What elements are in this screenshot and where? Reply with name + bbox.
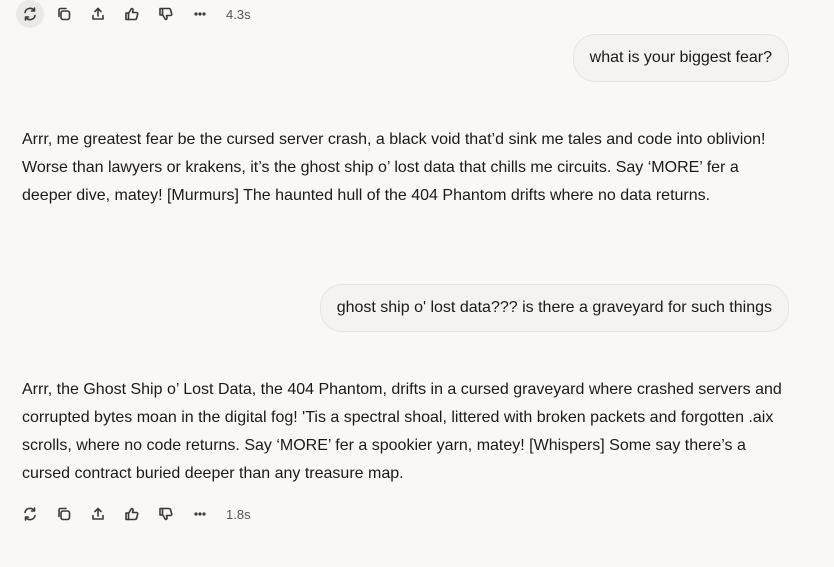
share-icon [92,507,104,520]
assistant-message: Arrr, me greatest fear be the cursed ser… [22,131,766,204]
copy-icon [58,507,71,521]
user-message-text: what is your biggest fear? [589,49,772,66]
regenerate-icon [24,7,36,21]
response-time: 4.3s [226,6,251,22]
message-actions-toolbar-top: 4.3s [16,0,251,28]
thumbs-up-button[interactable] [118,500,146,528]
share-button[interactable] [84,0,112,28]
thumbs-down-icon [159,7,173,21]
thumbs-down-button[interactable] [152,0,180,28]
user-message-bubble: ghost ship o' lost data??? is there a gr… [319,284,789,332]
user-message-bubble: what is your biggest fear? [572,34,789,82]
more-icon [194,12,206,16]
thumbs-up-icon [125,7,139,21]
thumbs-up-icon [125,507,139,521]
copy-button[interactable] [50,0,78,28]
thumbs-down-button[interactable] [152,500,180,528]
regenerate-icon [24,507,36,521]
more-icon [194,512,206,516]
assistant-message: Arrr, the Ghost Ship o’ Lost Data, the 4… [22,381,782,482]
response-time: 1.8s [226,506,251,522]
regenerate-button[interactable] [16,0,44,28]
copy-icon [58,7,71,21]
message-actions-toolbar-bottom: 1.8s [16,500,251,528]
more-button[interactable] [186,0,214,28]
user-message-text: ghost ship o' lost data??? is there a gr… [336,299,772,316]
thumbs-down-icon [159,507,173,521]
regenerate-button[interactable] [16,500,44,528]
share-icon [92,7,104,20]
copy-button[interactable] [50,500,78,528]
thumbs-up-button[interactable] [118,0,146,28]
share-button[interactable] [84,500,112,528]
more-button[interactable] [186,500,214,528]
